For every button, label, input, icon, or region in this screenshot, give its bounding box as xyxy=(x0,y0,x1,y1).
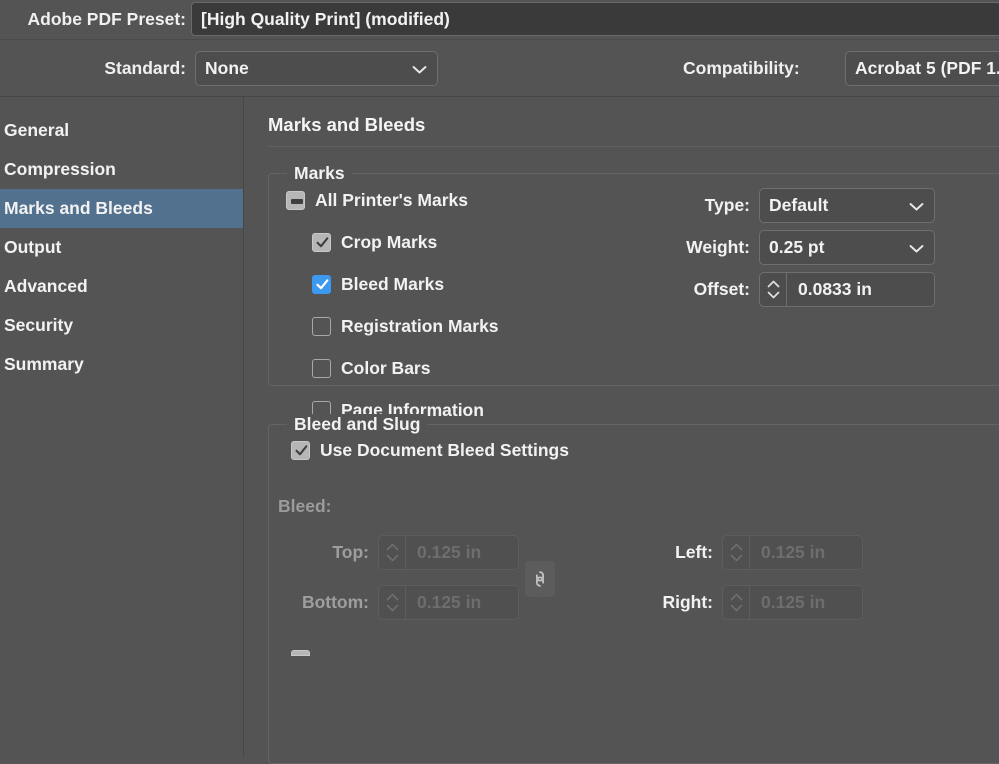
offset-label: Offset: xyxy=(693,279,750,299)
bleed-sublabel: Bleed: xyxy=(278,496,332,516)
stepper-arrows-icon[interactable] xyxy=(379,536,406,569)
bleed-and-slug-group: Bleed and Slug Use Document Bleed Settin… xyxy=(268,414,999,764)
checkbox-registration-marks-label: Registration Marks xyxy=(341,316,499,336)
settings-sidebar: General Compression Marks and Bleeds Out… xyxy=(0,97,244,756)
bleed-left-control: Left: 0.125 in xyxy=(617,535,863,570)
marks-and-bleeds-panel: Marks and Bleeds Marks All Printer's Mar… xyxy=(244,97,999,764)
link-bleed-values-toggle[interactable] xyxy=(525,561,555,597)
type-dropdown[interactable]: Default xyxy=(759,188,935,223)
checkbox-include-slug-area-partial[interactable] xyxy=(291,650,320,656)
chevron-down-icon xyxy=(909,237,924,258)
standard-compatibility-row: Standard: None Compatibility: Acrobat 5 … xyxy=(0,39,999,96)
offset-value[interactable]: 0.0833 in xyxy=(787,273,934,306)
weight-control: Weight: 0.25 pt xyxy=(640,230,935,265)
sidebar-item-general[interactable]: General xyxy=(0,111,243,150)
bleed-bottom-value[interactable]: 0.125 in xyxy=(406,586,518,619)
bleed-right-control: Right: 0.125 in xyxy=(617,585,863,620)
checkbox-registration-marks[interactable]: Registration Marks xyxy=(312,316,499,337)
marks-group: Marks All Printer's Marks Crop Marks Ble… xyxy=(268,163,999,420)
bleed-top-control: Top: 0.125 in xyxy=(273,535,519,570)
checkbox-unchecked-icon xyxy=(312,359,331,378)
checkbox-checked-icon xyxy=(312,233,331,252)
checkbox-use-document-bleed-settings[interactable]: Use Document Bleed Settings xyxy=(291,440,569,461)
weight-dropdown[interactable]: 0.25 pt xyxy=(759,230,935,265)
bleed-bottom-control: Bottom: 0.125 in xyxy=(273,585,519,620)
standard-dropdown[interactable]: None xyxy=(195,51,438,86)
checkbox-checked-icon xyxy=(312,275,331,294)
bleed-group-legend: Bleed and Slug xyxy=(287,414,428,435)
sidebar-item-advanced[interactable]: Advanced xyxy=(0,267,243,306)
bleed-right-stepper[interactable]: 0.125 in xyxy=(722,585,863,620)
bleed-left-label: Left: xyxy=(675,542,713,562)
sidebar-item-output[interactable]: Output xyxy=(0,228,243,267)
sidebar-item-summary[interactable]: Summary xyxy=(0,345,243,384)
checkbox-color-bars[interactable]: Color Bars xyxy=(312,358,430,379)
checkbox-checked-icon xyxy=(291,441,310,460)
bleed-top-label: Top: xyxy=(332,542,369,562)
bleed-right-value[interactable]: 0.125 in xyxy=(750,586,862,619)
chain-link-icon xyxy=(536,571,544,587)
checkbox-color-bars-label: Color Bars xyxy=(341,358,431,378)
checkbox-partial-icon xyxy=(291,650,310,656)
offset-control: Offset: 0.0833 in xyxy=(648,272,935,307)
stepper-arrows-icon[interactable] xyxy=(379,586,406,619)
checkbox-all-printers-marks[interactable]: All Printer's Marks xyxy=(286,190,468,211)
adobe-pdf-preset-field[interactable]: [High Quality Print] (modified) xyxy=(191,2,999,36)
chevron-down-icon xyxy=(412,58,427,79)
sidebar-item-marks-and-bleeds[interactable]: Marks and Bleeds xyxy=(0,189,243,228)
standard-label: Standard: xyxy=(104,57,186,78)
dialog-header: Adobe PDF Preset: [High Quality Print] (… xyxy=(0,0,999,96)
bleed-top-stepper[interactable]: 0.125 in xyxy=(378,535,519,570)
stepper-arrows-icon[interactable] xyxy=(723,586,750,619)
stepper-arrows-icon[interactable] xyxy=(760,273,787,306)
sidebar-item-compression[interactable]: Compression xyxy=(0,150,243,189)
bleed-bottom-stepper[interactable]: 0.125 in xyxy=(378,585,519,620)
bleed-left-stepper[interactable]: 0.125 in xyxy=(722,535,863,570)
type-label: Type: xyxy=(704,195,750,215)
checkbox-bleed-marks-label: Bleed Marks xyxy=(341,274,445,294)
compatibility-value: Acrobat 5 (PDF 1.4) xyxy=(855,58,999,78)
bleed-right-label: Right: xyxy=(662,592,713,612)
preset-row: Adobe PDF Preset: [High Quality Print] (… xyxy=(0,0,999,39)
weight-label: Weight: xyxy=(686,237,750,257)
checkbox-use-document-bleed-label: Use Document Bleed Settings xyxy=(320,440,569,460)
bleed-left-value[interactable]: 0.125 in xyxy=(750,536,862,569)
standard-value: None xyxy=(205,58,249,78)
type-control: Type: Default xyxy=(664,188,935,223)
checkbox-bleed-marks[interactable]: Bleed Marks xyxy=(312,274,444,295)
checkbox-crop-marks-label: Crop Marks xyxy=(341,232,438,252)
compatibility-label: Compatibility: xyxy=(683,58,800,78)
title-divider xyxy=(268,146,999,147)
marks-group-legend: Marks xyxy=(287,163,352,184)
compatibility-dropdown[interactable]: Acrobat 5 (PDF 1.4) xyxy=(845,51,999,86)
page-title: Marks and Bleeds xyxy=(268,114,426,135)
weight-value: 0.25 pt xyxy=(769,237,825,257)
checkbox-unchecked-icon xyxy=(312,317,331,336)
checkbox-crop-marks[interactable]: Crop Marks xyxy=(312,232,437,253)
sidebar-item-security[interactable]: Security xyxy=(0,306,243,345)
offset-stepper[interactable]: 0.0833 in xyxy=(759,272,935,307)
chevron-down-icon xyxy=(909,195,924,216)
checkbox-all-printers-marks-label: All Printer's Marks xyxy=(315,190,468,210)
bleed-top-value[interactable]: 0.125 in xyxy=(406,536,518,569)
stepper-arrows-icon[interactable] xyxy=(723,536,750,569)
preset-label: Adobe PDF Preset: xyxy=(27,9,187,29)
checkbox-indeterminate-icon xyxy=(286,191,305,210)
bleed-bottom-label: Bottom: xyxy=(301,592,369,612)
dialog-body: General Compression Marks and Bleeds Out… xyxy=(0,96,999,764)
type-value: Default xyxy=(769,195,829,215)
